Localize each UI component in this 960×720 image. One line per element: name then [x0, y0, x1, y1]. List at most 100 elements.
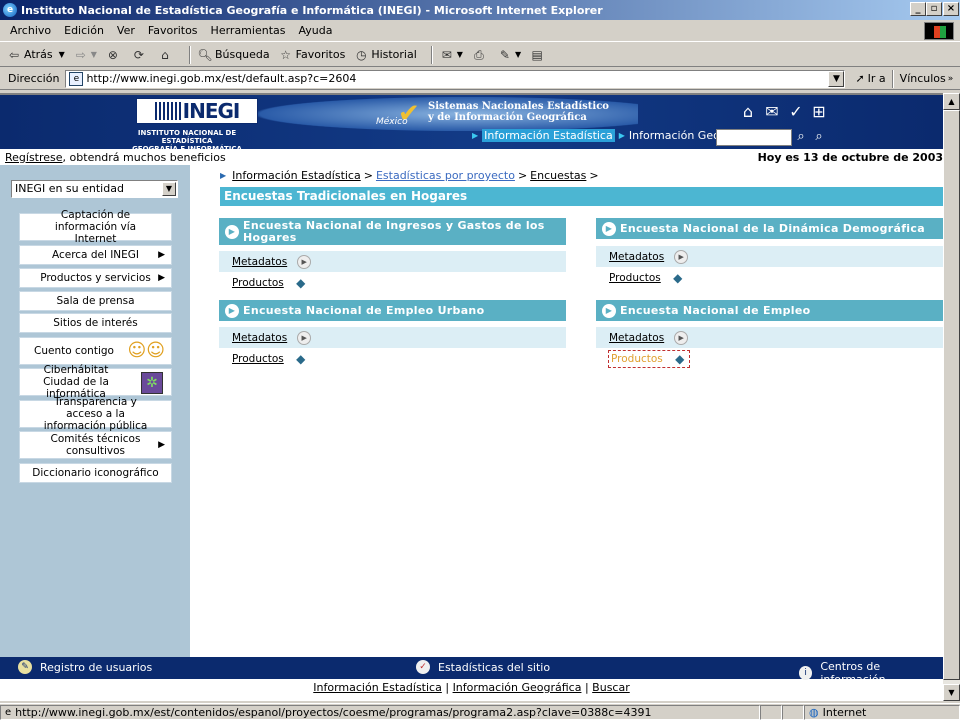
advanced-search-icon[interactable]: ⌕ [811, 129, 827, 145]
sidebar-item-sala-prensa[interactable]: Sala de prensa [19, 291, 172, 311]
status-zone-pane: ◍ Internet [804, 704, 960, 720]
menu-archivo[interactable]: Archivo [10, 24, 51, 37]
check-icon[interactable]: ✓ [786, 103, 806, 121]
status-bar: e http://www.inegi.gob.mx/est/contenidos… [0, 703, 960, 720]
productos-link[interactable]: Productos [611, 353, 663, 365]
entity-select[interactable]: INEGI en su entidad ▼ [11, 180, 178, 198]
menu-herramientas[interactable]: Herramientas [211, 24, 286, 37]
breadcrumb-estadisticas-proyecto[interactable]: Estadísticas por proyecto [376, 169, 515, 182]
circle-arrow-icon[interactable]: ▶ [297, 254, 312, 269]
footer-link-buscar[interactable]: Buscar [592, 681, 630, 694]
sidebar-item-sitios[interactable]: Sitios de interés [19, 313, 172, 333]
breadcrumb-informacion-estadistica[interactable]: Información Estadística [232, 169, 361, 182]
metadatos-link[interactable]: Metadatos [609, 332, 664, 344]
book-icon[interactable]: ◆ [294, 352, 308, 366]
sidebar-item-ciberhabitat[interactable]: Ciberhábitat Ciudad de la informática ✲ [19, 364, 172, 400]
mail-icon: ✉ [441, 47, 452, 62]
menu-ayuda[interactable]: Ayuda [298, 24, 332, 37]
circle-arrow-icon: ▶ [602, 303, 616, 318]
productos-link[interactable]: Productos [232, 277, 284, 289]
toolbar-separator [430, 45, 433, 64]
check-icon: ✓ [416, 660, 430, 674]
panel-row-productos: Productos ◆ [219, 348, 566, 369]
refresh-button[interactable]: ⟳ [131, 47, 149, 63]
close-button[interactable]: × [943, 2, 959, 16]
back-button[interactable]: ⇦ Atrás ▼ [6, 47, 65, 63]
discuss-button[interactable]: ▤ [529, 47, 547, 63]
sidebar-item-productos[interactable]: Productos y servicios ▶ [19, 268, 172, 288]
scroll-down-icon[interactable]: ▼ [943, 684, 960, 701]
sidebar-item-comites[interactable]: Comités técnicos consultivos ▶ [19, 431, 172, 459]
sidebar-item-diccionario[interactable]: Diccionario iconográfico [19, 463, 172, 483]
sidebar-item-acerca[interactable]: Acerca del INEGI ▶ [19, 245, 172, 265]
search-icon[interactable]: ⌕ [793, 129, 809, 145]
productos-focused-link[interactable]: Productos ◆ [608, 349, 690, 368]
sidebar-item-transparencia[interactable]: Transparencia y acceso a la información … [19, 396, 172, 432]
metadatos-link[interactable]: Metadatos [609, 251, 664, 263]
metadatos-link[interactable]: Metadatos [232, 256, 287, 268]
chevron-right-icon[interactable]: » [948, 74, 954, 84]
favorites-icon: ☆ [280, 47, 292, 62]
register-line: Regístrese, obtendrá muchos beneficios [5, 151, 226, 164]
book-icon[interactable]: ◆ [673, 352, 687, 366]
window-title-bar[interactable]: e Instituto Nacional de Estadística Geog… [0, 0, 960, 20]
sidebar: INEGI en su entidad ▼ Captación de infor… [0, 165, 190, 663]
book-icon[interactable]: ◆ [294, 276, 308, 290]
scroll-thumb[interactable] [943, 110, 960, 680]
stop-button[interactable]: ⊗ [105, 47, 123, 63]
chevron-down-icon[interactable]: ▼ [162, 182, 176, 196]
mail-button[interactable]: ✉ ▼ [439, 47, 463, 63]
register-link[interactable]: Regístrese [5, 151, 63, 164]
footer-link-informacion-geografica[interactable]: Información Geográfica [453, 681, 582, 694]
triangle-right-icon: ▶ [158, 273, 165, 283]
metadatos-link[interactable]: Metadatos [232, 332, 287, 344]
circle-arrow-icon[interactable]: ▶ [297, 330, 312, 345]
footer-bar: ✎ Registro de usuarios ✓ Estadísticas de… [0, 657, 943, 686]
circle-arrow-icon[interactable]: ▶ [674, 249, 689, 264]
breadcrumb-encuestas[interactable]: Encuestas [530, 169, 586, 182]
sistemas-line2: y de Información Geográfica [428, 112, 587, 123]
footer-links: Información Estadística | Información Ge… [313, 681, 630, 694]
edit-button[interactable]: ✎ ▼ [497, 47, 521, 63]
home-icon: ⌂ [161, 47, 169, 62]
go-button[interactable]: ➚ Ir a [855, 72, 885, 85]
circle-arrow-icon[interactable]: ▶ [674, 330, 689, 345]
search-button[interactable]: 🔍︎ Búsqueda [197, 47, 269, 63]
panel-row-productos: Productos ◆ [219, 272, 566, 293]
minimize-button[interactable]: _ [910, 2, 926, 16]
home-icon[interactable]: ⌂ [738, 103, 758, 121]
address-input[interactable]: e http://www.inegi.gob.mx/est/default.as… [65, 69, 846, 88]
menu-edicion[interactable]: Edición [64, 24, 104, 37]
inegi-logo[interactable]: INEGI [136, 98, 258, 124]
menu-favoritos[interactable]: Favoritos [148, 24, 198, 37]
nav-informacion-estadistica[interactable]: Información Estadística [482, 129, 615, 142]
maximize-button[interactable]: ▫ [926, 2, 942, 16]
print-button[interactable]: ⎙ [471, 47, 489, 63]
forward-button[interactable]: ⇨ ▼ [73, 47, 97, 63]
panel-row-productos: Productos ◆ [596, 348, 943, 369]
estadisticas-sitio-link[interactable]: ✓ Estadísticas del sitio [416, 660, 550, 674]
sidebar-item-captacion[interactable]: Captación de información vía Internet [19, 209, 172, 245]
sidebar-item-cuento[interactable]: Cuento contigo ☺☺ [19, 337, 172, 365]
menu-ver[interactable]: Ver [117, 24, 135, 37]
scroll-up-icon[interactable]: ▲ [943, 93, 960, 110]
footer-link-informacion-estadistica[interactable]: Información Estadística [313, 681, 442, 694]
productos-link[interactable]: Productos [232, 353, 284, 365]
sistemas-line1: Sistemas Nacionales Estadístico [428, 101, 609, 112]
vertical-scrollbar[interactable]: ▲ ▼ [943, 93, 960, 701]
favorites-button[interactable]: ☆ Favoritos [278, 47, 345, 63]
address-dropdown-icon[interactable]: ▼ [828, 70, 845, 87]
site-search-input[interactable] [716, 129, 792, 146]
circle-arrow-icon: ▶ [225, 224, 239, 239]
registro-usuarios-link[interactable]: ✎ Registro de usuarios [18, 660, 152, 674]
mail-icon[interactable]: ✉ [762, 103, 782, 121]
history-button[interactable]: ◷ Historial [353, 47, 417, 63]
home-button[interactable]: ⌂ [157, 47, 175, 63]
sistemas-banner: ✔ México Sistemas Nacionales Estadístico… [258, 97, 638, 131]
book-icon[interactable]: ◆ [671, 271, 685, 285]
panel-row-metadatos: Metadatos ▶ [219, 251, 566, 272]
links-button[interactable]: Vínculos [900, 72, 946, 85]
productos-link[interactable]: Productos [609, 272, 661, 284]
header-nav: ▶ Información Estadística ▶ Información … [468, 129, 758, 142]
sitemap-icon[interactable]: ⊞ [809, 103, 829, 121]
